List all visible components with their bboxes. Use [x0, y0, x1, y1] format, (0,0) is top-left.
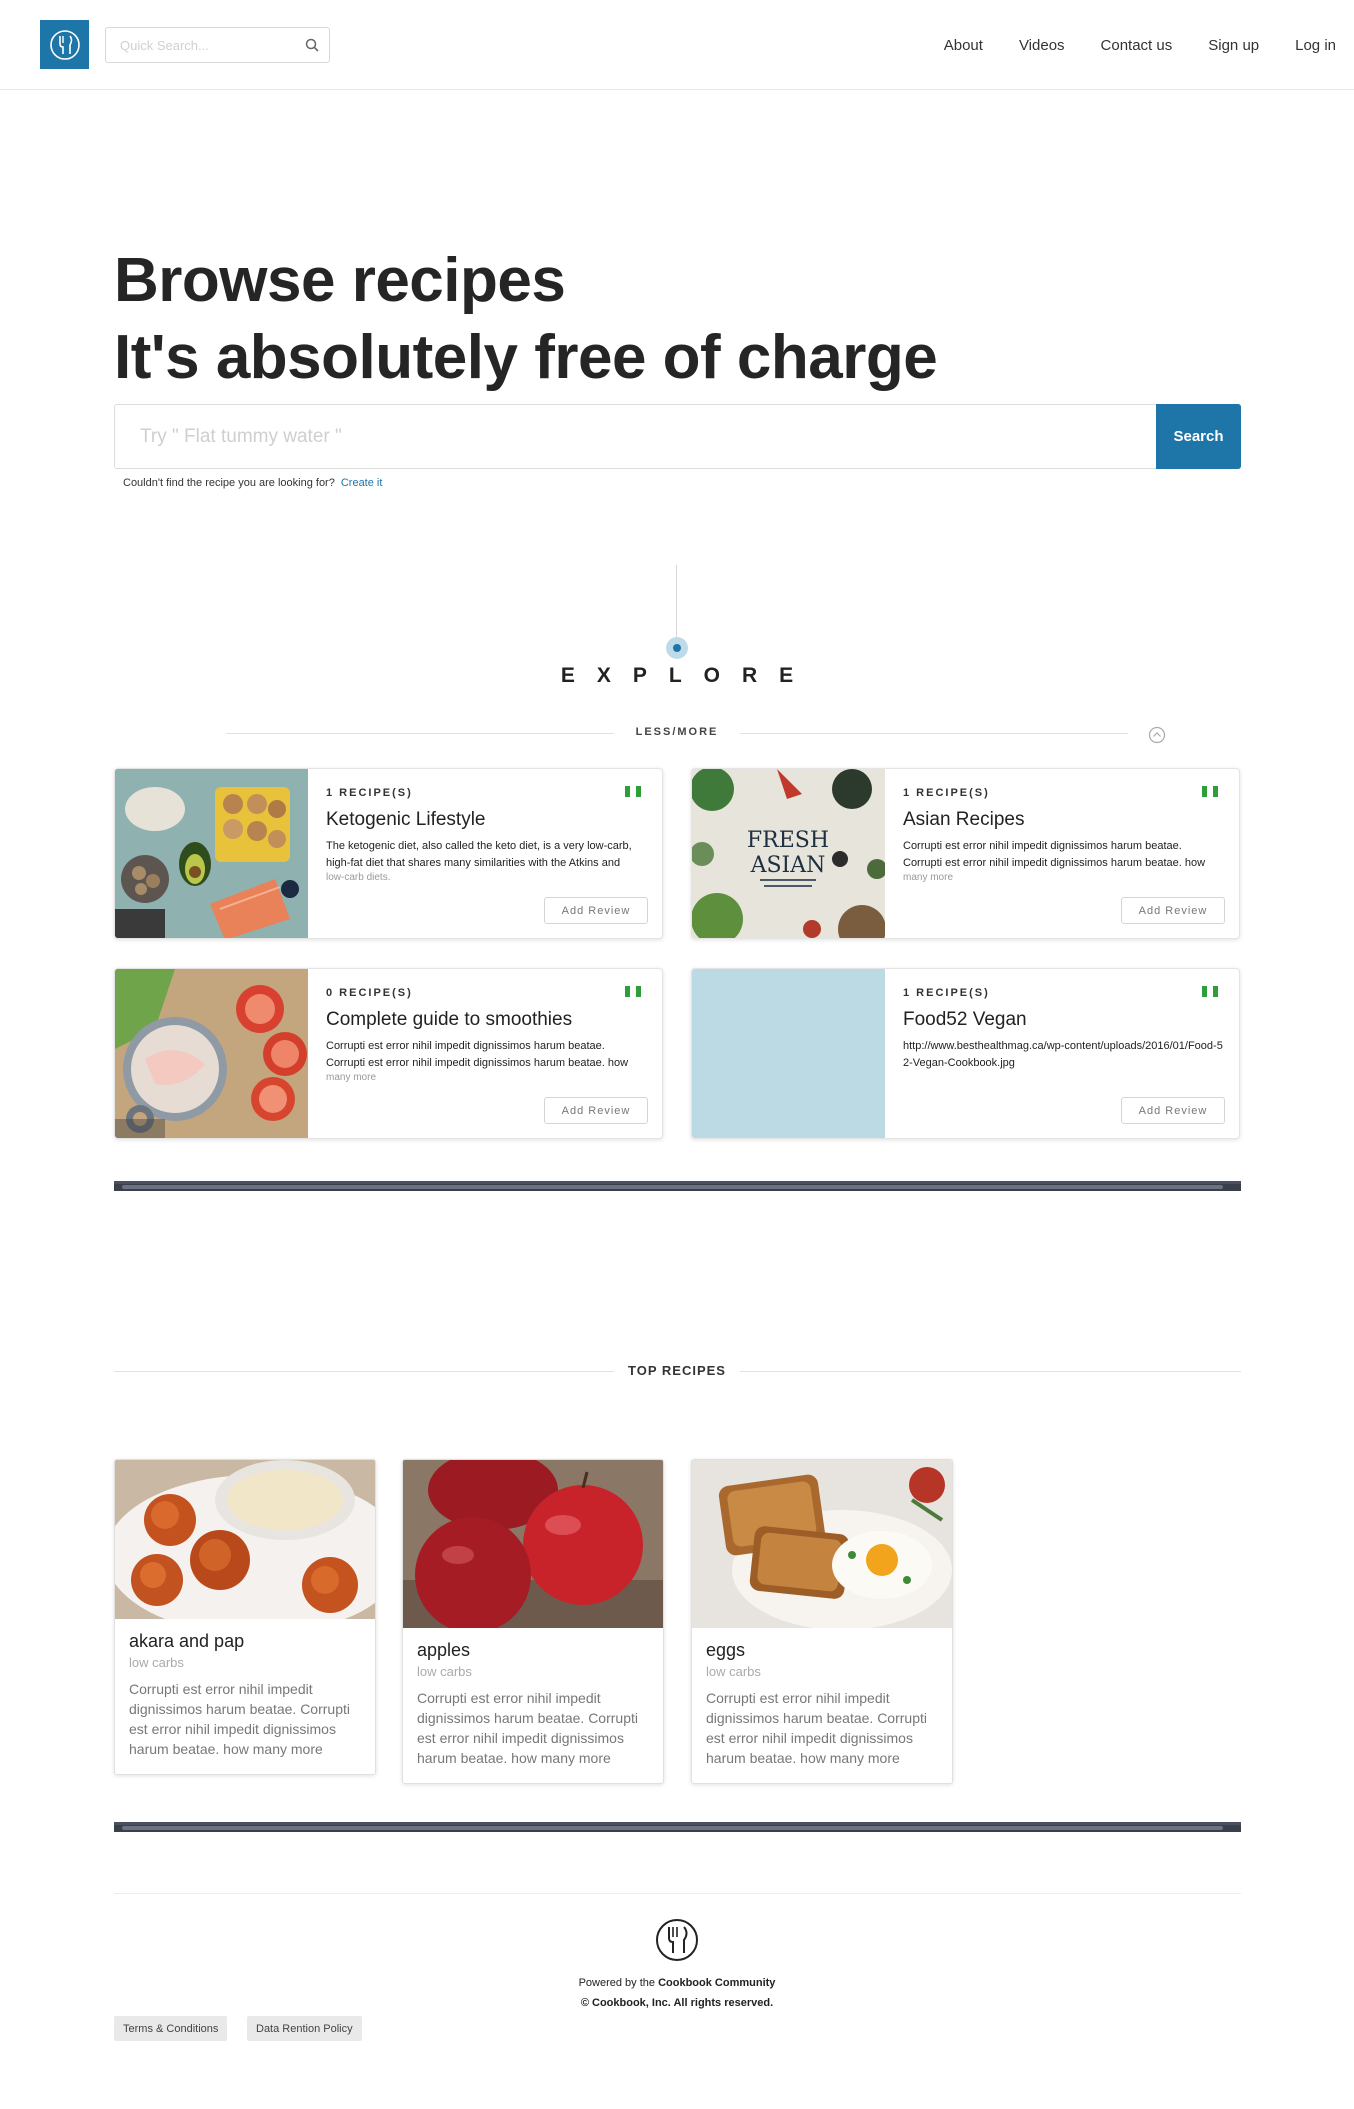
copyright-text: © Cookbook, Inc. All rights reserved.: [580, 1997, 774, 2009]
nav-signup-link[interactable]: Sign up: [1208, 37, 1259, 54]
collapse-circle-icon[interactable]: [1148, 726, 1166, 744]
horizontal-scrollbar[interactable]: [114, 1822, 1241, 1832]
explore-heading: EXPLORE: [560, 664, 816, 687]
card-title[interactable]: Food52 Vegan: [903, 1009, 1027, 1031]
card-description: Corrupti est error nihil impedit digniss…: [326, 1040, 629, 1069]
create-recipe-link[interactable]: Create it: [341, 477, 383, 489]
recipe-search-box: Search: [114, 404, 1241, 469]
top-recipes-heading: TOP RECIPES: [628, 1363, 726, 1378]
card-title[interactable]: Ketogenic Lifestyle: [326, 809, 486, 831]
nav-videos-link[interactable]: Videos: [1019, 37, 1065, 54]
terms-conditions-button[interactable]: Terms & Conditions: [114, 2016, 228, 2041]
recipe-name[interactable]: eggs: [692, 1640, 952, 1661]
data-retention-policy-button[interactable]: Data Rention Policy: [247, 2016, 362, 2041]
akara-pap-image: [115, 1460, 375, 1619]
svg-text:ASIAN: ASIAN: [750, 853, 826, 878]
add-review-button[interactable]: Add Review: [1121, 1097, 1225, 1124]
card-description: http://www.besthealthmag.ca/wp-content/u…: [903, 1040, 1223, 1069]
recipe-search-input[interactable]: [115, 405, 1155, 468]
cookbook-logo-icon: [656, 1919, 698, 1961]
recipe-description: Corrupti est error nihil impedit digniss…: [417, 1690, 638, 1766]
recipe-tag: low carbs: [417, 1664, 472, 1679]
hero-title-line1: Browse recipes: [114, 246, 566, 315]
apples-image: [403, 1460, 663, 1628]
card-description: Corrupti est error nihil impedit digniss…: [903, 840, 1206, 869]
recipe-name[interactable]: akara and pap: [115, 1631, 375, 1652]
add-review-button[interactable]: Add Review: [544, 1097, 648, 1124]
recipe-tag: low carbs: [129, 1655, 184, 1670]
recipe-card-apples[interactable]: apples low carbs Corrupti est error nihi…: [402, 1459, 664, 1784]
nigeria-flag-icon: [625, 786, 641, 797]
recipe-card-akara[interactable]: akara and pap low carbs Corrupti est err…: [114, 1459, 376, 1775]
horizontal-scrollbar[interactable]: [114, 1181, 1241, 1191]
card-title[interactable]: Asian Recipes: [903, 809, 1024, 831]
search-hint-text: Couldn't find the recipe you are looking…: [123, 477, 335, 489]
search-icon[interactable]: [305, 38, 319, 52]
recipe-name[interactable]: apples: [403, 1640, 663, 1661]
image-placeholder: [692, 969, 885, 1138]
card-more-text: many more: [326, 1072, 377, 1083]
recipe-count: 1 RECIPE(S): [326, 787, 413, 799]
recipe-count: 1 RECIPE(S): [903, 987, 990, 999]
logo-icon[interactable]: [40, 20, 89, 69]
collection-card-ketogenic[interactable]: 1 RECIPE(S) Ketogenic Lifestyle The keto…: [114, 768, 663, 939]
card-more-text: many more: [903, 872, 954, 883]
card-title[interactable]: Complete guide to smoothies: [326, 1009, 572, 1031]
quick-search-box: [105, 27, 330, 63]
community-name[interactable]: Cookbook Community: [658, 1977, 775, 1989]
recipe-count: 0 RECIPE(S): [326, 987, 413, 999]
explore-connector-line: [676, 565, 677, 648]
nigeria-flag-icon: [1202, 786, 1218, 797]
card-description: The ketogenic diet, also called the keto…: [326, 840, 632, 869]
hero-title: Browse recipes It's absolutely free of c…: [114, 242, 938, 396]
recipe-card-eggs[interactable]: eggs low carbs Corrupti est error nihil …: [691, 1459, 953, 1784]
recipe-count: 1 RECIPE(S): [903, 787, 990, 799]
footer-divider: [114, 1893, 1241, 1894]
powered-prefix: Powered by the: [578, 1977, 656, 1989]
nigeria-flag-icon: [625, 986, 641, 997]
nav-login-link[interactable]: Log in: [1295, 37, 1336, 54]
tuna-tomato-image: [115, 969, 308, 1138]
nav-contact-link[interactable]: Contact us: [1101, 37, 1173, 54]
explore-dot-icon: [666, 637, 688, 659]
collection-card-asian[interactable]: FRESH ASIAN 1 RECIPE(S) Asian Recipes Co…: [691, 768, 1240, 939]
eggs-toast-image: [692, 1460, 952, 1628]
card-more-text: low-carb diets.: [326, 872, 391, 883]
nigeria-flag-icon: [1202, 986, 1218, 997]
add-review-button[interactable]: Add Review: [1121, 897, 1225, 924]
hero-title-line2: It's absolutely free of charge: [114, 323, 938, 392]
nav-about-link[interactable]: About: [944, 37, 983, 54]
keto-food-image: [115, 769, 308, 938]
nav-links: About Videos Contact us Sign up Log in: [908, 0, 1336, 90]
fresh-asian-book-image: FRESH ASIAN: [692, 769, 885, 938]
search-hint: Couldn't find the recipe you are looking…: [123, 477, 382, 489]
search-button[interactable]: Search: [1156, 404, 1241, 469]
recipe-tag: low carbs: [706, 1664, 761, 1679]
top-navbar: About Videos Contact us Sign up Log in: [0, 0, 1354, 90]
add-review-button[interactable]: Add Review: [544, 897, 648, 924]
collection-card-smoothies[interactable]: 0 RECIPE(S) Complete guide to smoothies …: [114, 968, 663, 1139]
quick-search-input[interactable]: [106, 28, 286, 62]
recipe-description: Corrupti est error nihil impedit digniss…: [706, 1690, 927, 1766]
svg-text:FRESH: FRESH: [747, 828, 829, 853]
collection-card-food52-vegan[interactable]: 1 RECIPE(S) Food52 Vegan http://www.best…: [691, 968, 1240, 1139]
recipe-description: Corrupti est error nihil impedit digniss…: [129, 1681, 350, 1757]
powered-by-text: Powered by the Cookbook Community: [0, 1977, 1354, 1989]
